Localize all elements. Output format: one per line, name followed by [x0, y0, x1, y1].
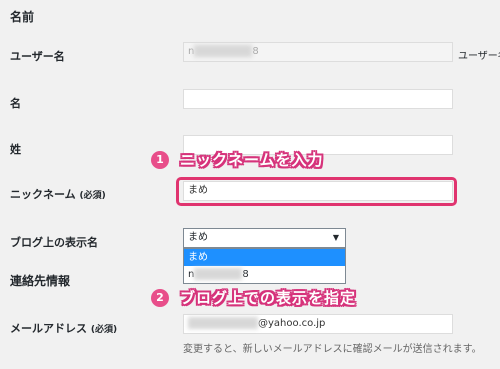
annotation-2-badge: 2 [151, 289, 169, 307]
email-label-text: メールアドレス [10, 322, 87, 335]
section-title-name: 名前 [10, 10, 35, 24]
nickname-label: ニックネーム (必須) [10, 186, 106, 202]
annotation-2-text: ブログ上での表示を指定 [180, 289, 357, 307]
dropdown-option[interactable]: n8 [184, 266, 345, 283]
caret-down-icon: ▼ [332, 233, 339, 242]
dropdown-option[interactable]: まめ [184, 249, 345, 266]
email-input[interactable]: @yahoo.co.jp [183, 314, 453, 334]
username-redaction [194, 45, 253, 57]
display-name-dropdown[interactable]: まめ n8 [183, 248, 346, 284]
username-suffix: 8 [252, 46, 259, 57]
first-name-input[interactable] [183, 89, 453, 109]
last-name-label: 姓 [10, 143, 21, 156]
email-label: メールアドレス (必須) [10, 320, 117, 336]
nickname-required: (必須) [79, 191, 106, 201]
option-suffix: 8 [242, 269, 249, 280]
section-title-contact: 連絡先情報 [10, 274, 71, 288]
display-name-selected: まめ [188, 232, 208, 243]
username-label: ユーザー名 [10, 50, 65, 63]
email-redaction [188, 317, 258, 329]
email-required: (必須) [90, 325, 118, 335]
username-field: n8 [183, 42, 453, 62]
nickname-label-text: ニックネーム [10, 188, 76, 201]
username-side-note: ユーザー名 [458, 51, 500, 62]
display-name-select[interactable]: まめ ▼ [183, 228, 346, 248]
email-domain: @yahoo.co.jp [258, 318, 326, 329]
first-name-label: 名 [10, 97, 21, 110]
display-name-label: ブログ上の表示名 [10, 236, 98, 249]
email-help-text: 変更すると、新しいメールアドレスに確認メールが送信されます。 [183, 344, 482, 355]
option-redaction [194, 268, 243, 280]
annotation-1-badge: 1 [151, 151, 169, 169]
nickname-input[interactable]: まめ [183, 181, 453, 201]
annotation-1-text: ニックネームを入力 [180, 151, 324, 169]
